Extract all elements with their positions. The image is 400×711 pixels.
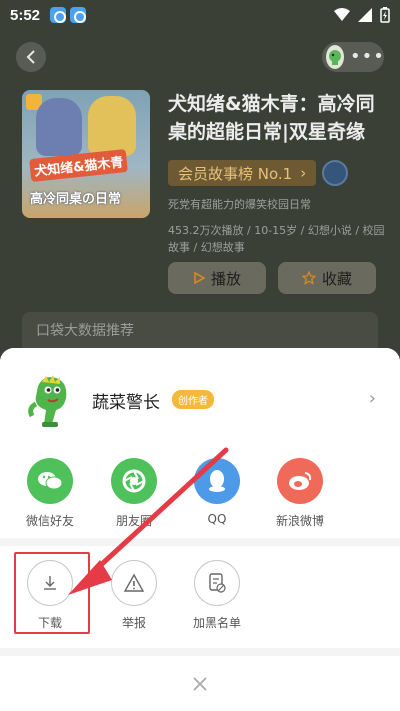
blacklist-icon — [194, 560, 240, 606]
wifi-icon — [334, 8, 350, 21]
author-name: 蔬菜警长 — [92, 393, 160, 413]
action-label: 举报 — [121, 616, 146, 630]
battery-icon — [380, 7, 390, 23]
rank-label: 会员故事榜 No.1 — [178, 164, 293, 183]
rank-medal-icon — [322, 160, 348, 186]
book-cover[interactable]: 犬知绪&猫木青 高冷同桌の日常 — [22, 90, 150, 218]
share-label: 新浪微博 — [275, 514, 324, 528]
book-description: 死党有超能力的爆笑校园日常 — [168, 198, 311, 211]
moments-icon — [111, 458, 157, 504]
share-qq[interactable]: QQ — [177, 458, 257, 526]
more-menu-button[interactable]: ••• — [322, 42, 384, 72]
creator-badge: 创作者 — [172, 390, 214, 409]
blacklist-button[interactable]: 加黑名单 — [177, 560, 257, 631]
wechat-icon — [27, 458, 73, 504]
author-avatar-small — [326, 45, 344, 69]
chevron-left-icon — [26, 50, 35, 64]
share-weibo[interactable]: 新浪微博 — [260, 458, 340, 529]
play-label: 播放 — [210, 269, 241, 288]
share-targets-row: 微信好友 朋友圈 QQ 新浪微博 — [0, 448, 400, 538]
share-sheet: 蔬菜警长 创作者 › 微信好友 朋友圈 QQ 新浪微博 下载 举报 加黑名单 — [0, 348, 400, 711]
cover-character — [88, 96, 136, 156]
report-button[interactable]: 举报 — [94, 560, 174, 631]
chevron-right-icon: › — [300, 164, 307, 182]
chevron-right-icon: › — [368, 388, 376, 409]
share-label: 朋友圈 — [115, 514, 152, 528]
book-tags: 453.2万次播放 / 10-15岁 / 幻想小说 / 校园故事 / 幻想故事 — [168, 224, 385, 254]
favorite-button[interactable]: 收藏 — [278, 262, 376, 294]
recommend-label: 口袋大数据推荐 — [36, 323, 134, 339]
status-time: 5:52 — [10, 6, 41, 24]
warning-icon — [111, 560, 157, 606]
favorite-label: 收藏 — [321, 269, 352, 288]
share-wechat[interactable]: 微信好友 — [10, 458, 90, 529]
share-label: QQ — [207, 512, 227, 526]
rank-badge[interactable]: 会员故事榜 No.1 › — [168, 160, 317, 186]
book-title: 犬知绪&猫木青：高冷同桌的超能日常|双星奇缘 — [168, 93, 375, 143]
cover-character — [36, 98, 82, 156]
weibo-icon — [277, 458, 323, 504]
signal-icon — [358, 8, 372, 22]
close-button[interactable] — [0, 656, 400, 711]
action-label: 加黑名单 — [192, 616, 241, 630]
app-notification-icon — [70, 7, 87, 23]
app-notification-icon — [50, 7, 67, 23]
more-dots-icon: ••• — [350, 46, 385, 67]
author-row[interactable]: 蔬菜警长 创作者 › — [0, 348, 400, 448]
cover-subtitle-text: 高冷同桌の日常 — [30, 192, 122, 207]
star-icon — [301, 271, 316, 285]
author-avatar — [22, 372, 80, 430]
close-icon — [193, 676, 207, 691]
status-bar: 5:52 — [0, 0, 400, 30]
download-highlight-box — [14, 552, 90, 634]
share-moments[interactable]: 朋友圈 — [94, 458, 174, 529]
qq-icon — [194, 458, 240, 504]
play-button[interactable]: 播放 — [168, 262, 266, 294]
play-icon — [194, 272, 205, 284]
share-label: 微信好友 — [25, 514, 74, 528]
back-button[interactable] — [16, 42, 46, 72]
